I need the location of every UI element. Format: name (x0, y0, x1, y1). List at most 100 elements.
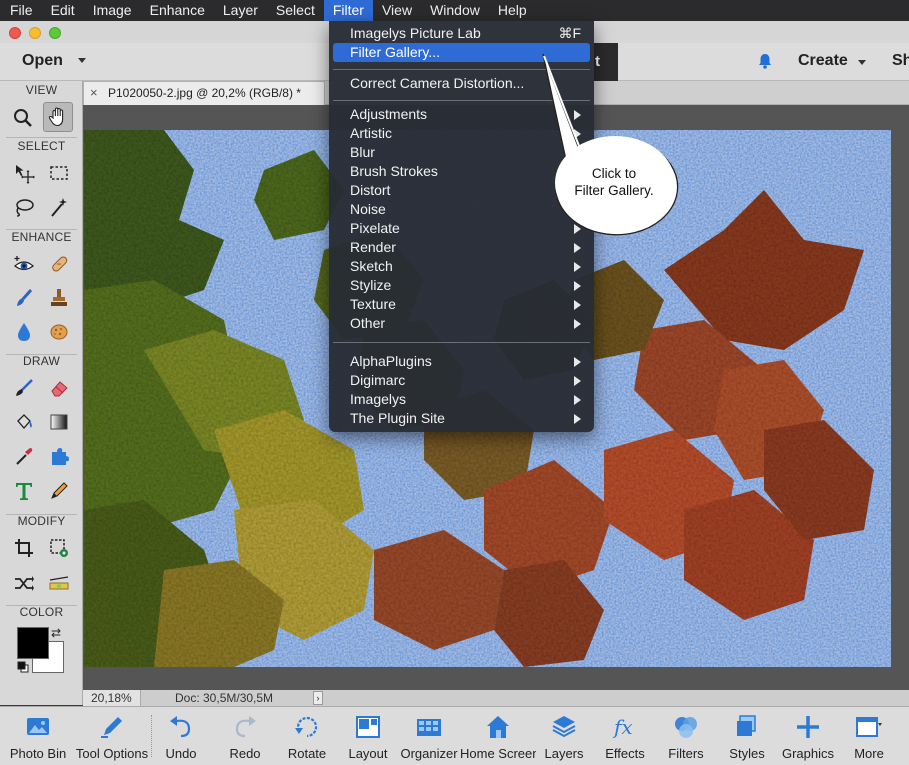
layout-button[interactable]: Layout (341, 707, 395, 765)
menu-item-other[interactable]: Other (329, 314, 594, 333)
organizer-grid-icon (417, 719, 441, 736)
submenu-arrow-icon (574, 357, 581, 367)
undo-label: Undo (165, 746, 197, 761)
red-eye-tool[interactable] (9, 249, 39, 279)
graphics-button[interactable]: Graphics (778, 707, 838, 765)
menu-item-label: Pixelate (350, 220, 400, 236)
layout-icon (356, 716, 380, 738)
menu-item-distort[interactable]: Distort (329, 181, 594, 200)
content-aware-move-tool[interactable] (9, 568, 39, 598)
effects-button[interactable]: fx Effects (598, 707, 652, 765)
open-dropdown-icon[interactable] (78, 58, 86, 63)
menu-item-brush-strokes[interactable]: Brush Strokes (329, 162, 594, 181)
undo-button[interactable]: Undo (156, 707, 206, 765)
zoom-tool[interactable] (8, 103, 38, 133)
more-button[interactable]: More (842, 707, 896, 765)
menu-image[interactable]: Image (84, 0, 141, 21)
eraser-tool[interactable] (44, 373, 74, 403)
menu-file[interactable]: File (0, 0, 42, 21)
menu-window[interactable]: Window (421, 0, 489, 21)
submenu-arrow-icon (574, 262, 581, 272)
submenu-arrow-icon (574, 243, 581, 253)
straighten-tool[interactable] (44, 568, 74, 598)
menu-help[interactable]: Help (489, 0, 536, 21)
menu-item-filter-gallery[interactable]: Filter Gallery... (333, 43, 590, 62)
quick-selection-tool[interactable] (44, 192, 74, 222)
menu-item-sketch[interactable]: Sketch (329, 257, 594, 276)
notification-bell-icon[interactable] (756, 52, 774, 70)
photo-bin-button[interactable]: Photo Bin (4, 707, 72, 765)
paint-bucket-tool[interactable] (9, 407, 39, 437)
organizer-button[interactable]: Organizer (398, 707, 460, 765)
crop-tool[interactable] (9, 533, 39, 563)
layers-button[interactable]: Layers (538, 707, 590, 765)
brush-tool[interactable] (9, 373, 39, 403)
close-window-button[interactable] (9, 27, 21, 39)
open-button[interactable]: Open (22, 52, 63, 70)
type-tool[interactable] (9, 476, 39, 506)
close-document-icon[interactable]: × (90, 82, 98, 104)
menu-item-pixelate[interactable]: Pixelate (329, 219, 594, 238)
clone-stamp-tool[interactable] (44, 283, 74, 313)
menu-item-label: Adjustments (350, 106, 428, 122)
redo-icon (235, 716, 256, 738)
custom-shape-tool[interactable] (44, 441, 74, 471)
document-tab[interactable]: × P1020050-2.jpg @ 20,2% (RGB/8) * (83, 81, 325, 105)
menu-select[interactable]: Select (267, 0, 324, 21)
menu-item-artistic[interactable]: Artistic (329, 124, 594, 143)
menu-item-alphaplugins[interactable]: AlphaPlugins (329, 352, 594, 371)
smart-brush-tool[interactable] (9, 283, 39, 313)
menu-item-noise[interactable]: Noise (329, 200, 594, 219)
pencil-tool[interactable] (44, 476, 74, 506)
zoom-level-field[interactable]: 20,18% (83, 690, 141, 706)
marquee-tool[interactable] (44, 158, 74, 188)
move-tool[interactable] (9, 158, 39, 188)
menu-layer[interactable]: Layer (214, 0, 267, 21)
menu-item-correct-camera-distortion[interactable]: Correct Camera Distortion... (329, 74, 594, 93)
styles-button[interactable]: Styles (720, 707, 774, 765)
section-modify-label: MODIFY (17, 514, 66, 528)
menu-item-imagelys-picture-lab[interactable]: Imagelys Picture Lab ⌘F (329, 24, 594, 43)
filters-button[interactable]: Filters (659, 707, 713, 765)
blur-tool[interactable] (9, 317, 39, 347)
menu-item-label: Sketch (350, 258, 393, 274)
status-menu-arrow[interactable]: › (313, 691, 323, 705)
menu-enhance[interactable]: Enhance (141, 0, 214, 21)
create-dropdown-icon[interactable] (858, 60, 866, 65)
menu-item-stylize[interactable]: Stylize (329, 276, 594, 295)
menu-item-the-plugin-site[interactable]: The Plugin Site (329, 409, 594, 428)
menu-item-texture[interactable]: Texture (329, 295, 594, 314)
menu-item-label: Distort (350, 182, 391, 198)
menu-item-blur[interactable]: Blur (329, 143, 594, 162)
recompose-tool[interactable] (44, 533, 74, 563)
eraser-icon (51, 381, 68, 397)
foreground-color-swatch[interactable] (17, 627, 49, 659)
spot-healing-tool[interactable] (44, 249, 74, 279)
hand-tool[interactable] (43, 102, 73, 132)
menu-filter[interactable]: Filter (323, 0, 373, 21)
menu-item-label: Imagelys (350, 391, 407, 407)
menu-item-imagelys[interactable]: Imagelys (329, 390, 594, 409)
mode-tab-partial[interactable]: t (594, 43, 618, 81)
menu-item-render[interactable]: Render (329, 238, 594, 257)
create-button[interactable]: Create (798, 52, 848, 70)
menu-item-adjustments[interactable]: Adjustments (329, 105, 594, 124)
menu-view[interactable]: View (373, 0, 421, 21)
eyedropper-tool[interactable] (9, 441, 39, 471)
gradient-tool[interactable] (44, 407, 74, 437)
home-screen-button[interactable]: Home Screen (460, 707, 536, 765)
lasso-tool[interactable] (9, 192, 39, 222)
pencil-icon (51, 482, 68, 499)
zoom-window-button[interactable] (49, 27, 61, 39)
tool-options-button[interactable]: Tool Options (74, 707, 150, 765)
default-colors-icon[interactable] (17, 661, 29, 673)
redo-button[interactable]: Redo (220, 707, 270, 765)
share-button[interactable]: Sh (892, 52, 909, 70)
swap-colors-icon[interactable]: ⇄ (51, 626, 61, 640)
minimize-window-button[interactable] (29, 27, 41, 39)
menu-item-label: Imagelys Picture Lab (350, 25, 481, 41)
menu-item-digimarc[interactable]: Digimarc (329, 371, 594, 390)
rotate-button[interactable]: Rotate (280, 707, 334, 765)
sponge-tool[interactable] (44, 317, 74, 347)
menu-edit[interactable]: Edit (42, 0, 84, 21)
